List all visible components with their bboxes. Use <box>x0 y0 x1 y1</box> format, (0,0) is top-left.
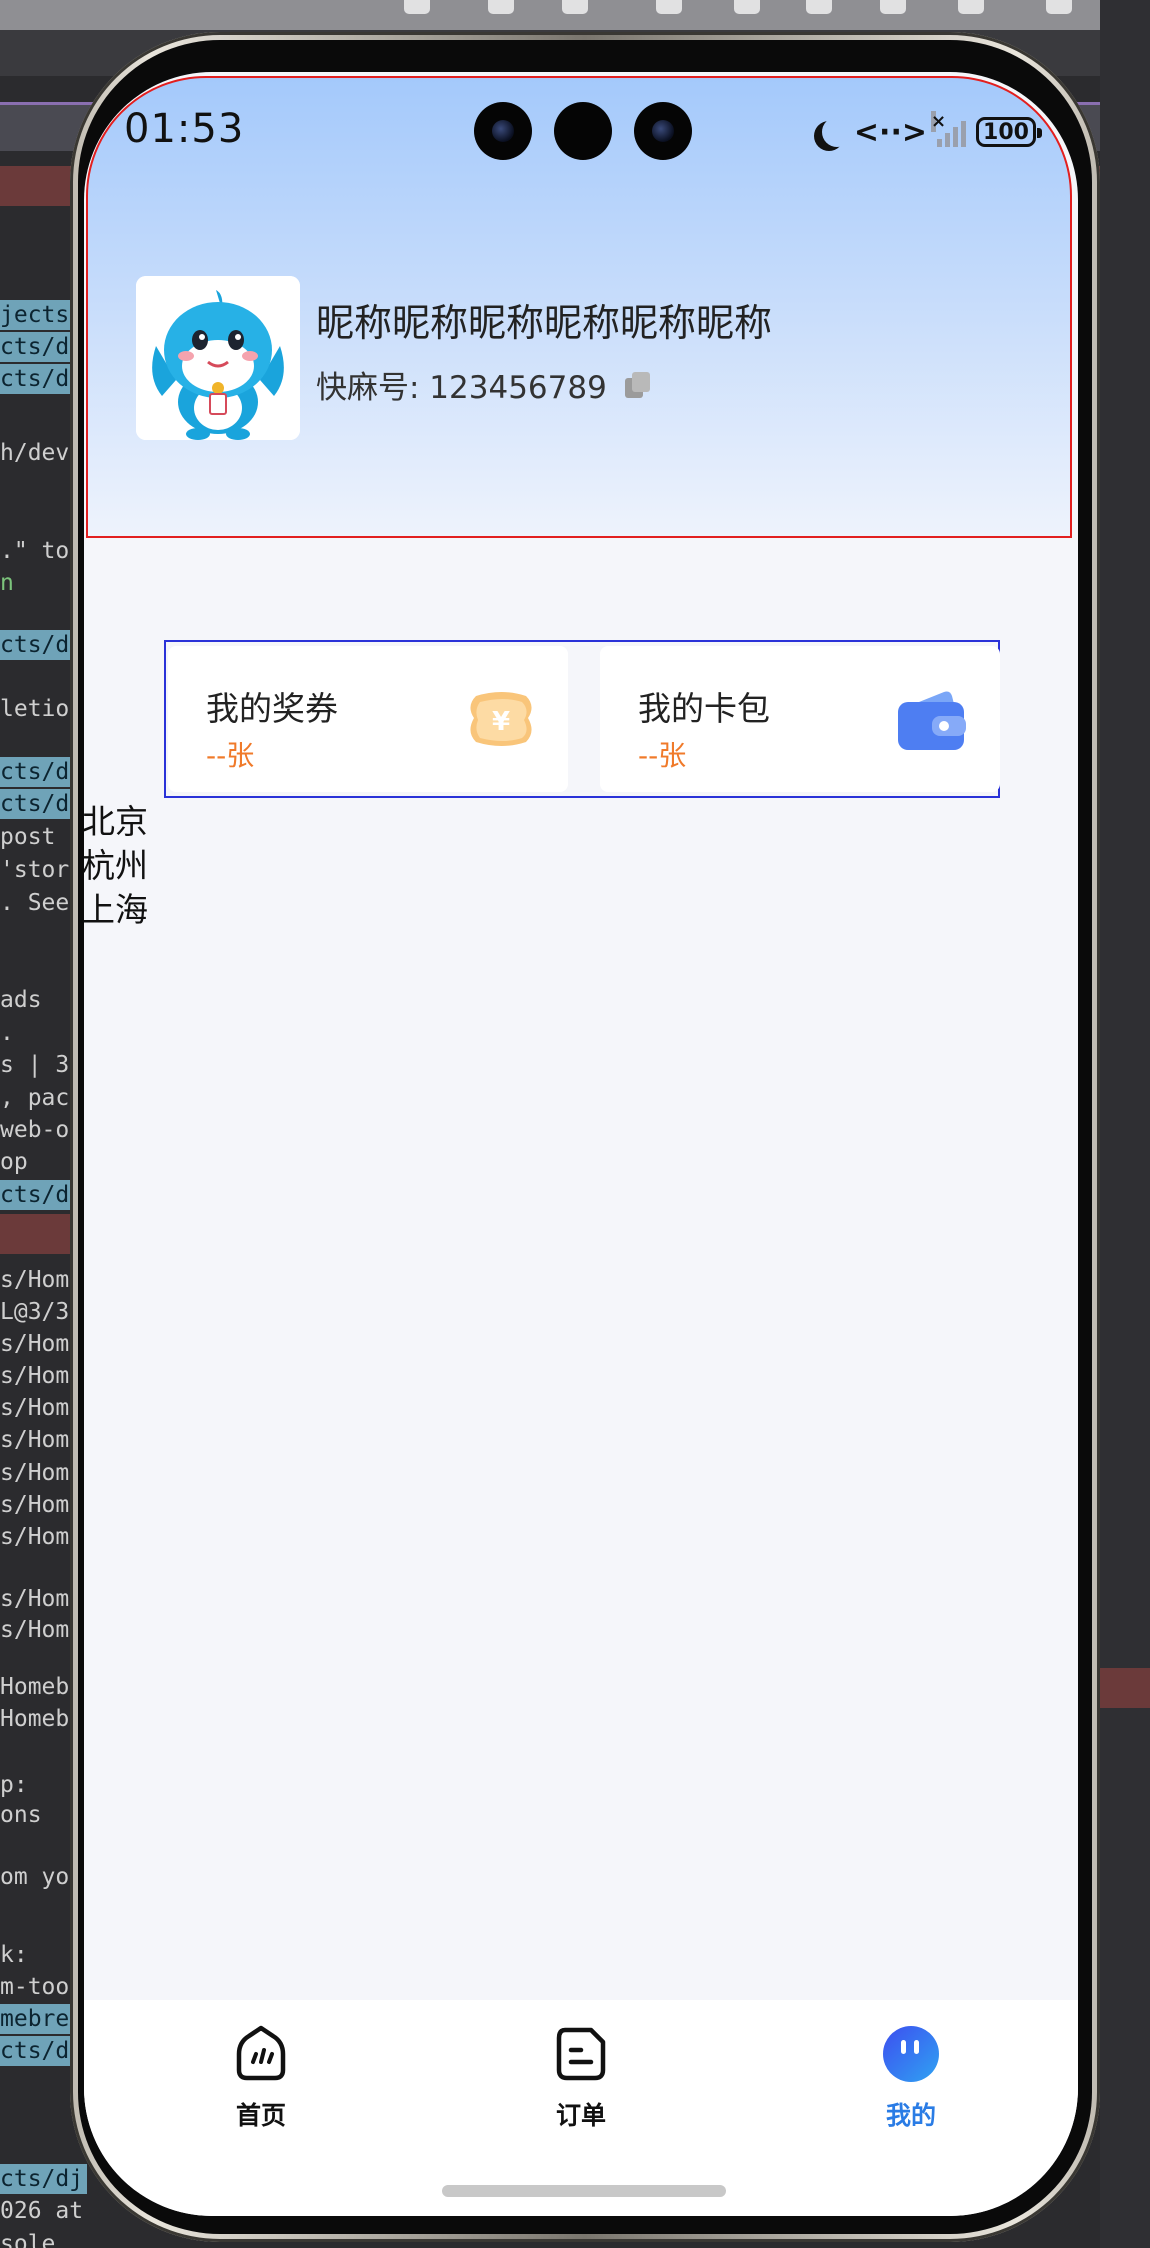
home-icon <box>236 2025 286 2081</box>
account-id: 快麻号: 123456789 <box>316 370 607 406</box>
terminal-line: . See <box>0 890 70 916</box>
wallet-card[interactable]: 我的卡包 --张 <box>600 646 1000 792</box>
menu-bar-icon[interactable] <box>880 0 906 14</box>
tab-home[interactable]: 首页 <box>186 2024 336 2132</box>
terminal-line: cts/d <box>0 757 74 787</box>
terminal-line: Homeb <box>0 1674 70 1700</box>
avatar[interactable] <box>136 276 300 440</box>
coupon-icon: ¥ <box>470 692 532 746</box>
wallet-icon <box>898 691 966 750</box>
dolphin-mascot-icon <box>136 276 300 440</box>
status-time: 01:53 <box>124 106 245 152</box>
terminal-line: 026 at <box>0 2198 84 2224</box>
terminal-line: s | 3 <box>0 1052 70 1078</box>
city-item[interactable]: 上海 <box>84 888 148 932</box>
terminal-line: cts/d <box>0 2036 74 2066</box>
front-sensor-icon <box>554 102 612 160</box>
copy-icon[interactable] <box>624 371 651 398</box>
city-list: 北京 杭州 上海 <box>84 800 148 932</box>
terminal-line: p: <box>0 1772 28 1798</box>
terminal-line: ads <box>0 987 42 1013</box>
terminal-line: post <box>0 824 56 850</box>
phone-screen: 01:53 <··> × 100 昵称昵称昵称昵称昵称昵称 快麻号: 12345… <box>84 72 1078 2216</box>
side-panel <box>1100 0 1150 2248</box>
terminal-line: Homeb <box>0 1706 70 1732</box>
nickname: 昵称昵称昵称昵称昵称昵称 <box>316 301 773 345</box>
terminal-line: om yo <box>0 1864 70 1890</box>
terminal-line: web-o <box>0 1117 70 1143</box>
terminal-line: m-too <box>0 1974 70 2000</box>
terminal-line: cts/dj <box>0 2164 88 2194</box>
menu-bar-icon[interactable] <box>562 0 588 14</box>
tab-orders[interactable]: 订单 <box>506 2024 656 2132</box>
terminal-line: L@3/3 <box>0 1299 70 1325</box>
signal-icon: × <box>931 111 966 147</box>
account-id-row: 快麻号: 123456789 <box>316 362 651 407</box>
front-camera-icon <box>634 102 692 160</box>
terminal-line: 'stor <box>0 857 70 883</box>
tab-home-label: 首页 <box>235 2101 286 2130</box>
terminal-line: jects <box>0 300 74 330</box>
coupon-card-title: 我的奖券 <box>206 689 338 728</box>
assets-cards-row: 我的奖券 --张 ¥ 我的卡包 --张 <box>164 640 1000 798</box>
menu-bar-icon[interactable] <box>958 0 984 14</box>
profile-face-icon <box>883 2026 939 2082</box>
front-camera-icon <box>474 102 532 160</box>
no-signal-mark: × <box>931 111 947 132</box>
bottom-tab-bar: 首页 订单 我的 <box>84 2000 1078 2216</box>
coupon-card[interactable]: 我的奖券 --张 ¥ <box>168 646 568 792</box>
terminal-line: sole <box>0 2231 56 2248</box>
menu-bar-icon[interactable] <box>488 0 514 14</box>
data-transfer-icon: <··> <box>853 114 927 150</box>
menu-bar-icon[interactable] <box>404 0 430 14</box>
do-not-disturb-icon <box>822 117 852 147</box>
coupon-card-count: --张 <box>206 739 255 772</box>
terminal-line: h/dev <box>0 440 70 466</box>
menu-bar-icon[interactable] <box>806 0 832 14</box>
terminal-line: op <box>0 1149 28 1175</box>
tab-orders-label: 订单 <box>555 2101 606 2130</box>
menu-bar-icon[interactable] <box>1046 0 1072 14</box>
menu-bar <box>0 0 1150 30</box>
yuan-mark: ¥ <box>492 707 510 737</box>
terminal-line: mebre <box>0 2004 74 2034</box>
city-item[interactable]: 北京 <box>84 800 148 844</box>
terminal-line: . <box>0 1020 14 1046</box>
battery-icon: 100 <box>976 117 1042 147</box>
terminal-line: ons <box>0 1802 42 1828</box>
city-item[interactable]: 杭州 <box>84 844 148 888</box>
terminal-line: cts/d <box>0 332 74 362</box>
order-icon <box>556 2027 606 2081</box>
wallet-card-count: --张 <box>638 739 687 772</box>
terminal-line: cts/d <box>0 789 74 819</box>
tab-profile[interactable]: 我的 <box>836 2024 986 2132</box>
terminal-line: k: <box>0 1942 28 1968</box>
terminal-line: cts/d <box>0 630 74 660</box>
terminal-line: ." to <box>0 538 70 564</box>
terminal-line: n <box>0 570 14 596</box>
tab-profile-label: 我的 <box>885 2101 936 2130</box>
menu-bar-icon[interactable] <box>734 0 760 14</box>
terminal-line: cts/d <box>0 364 74 394</box>
home-indicator[interactable] <box>442 2185 726 2197</box>
status-icons: <··> × 100 <box>814 111 1042 152</box>
menu-bar-icon[interactable] <box>656 0 682 14</box>
terminal-line: cts/d <box>0 1180 74 1210</box>
wallet-card-title: 我的卡包 <box>638 689 770 728</box>
